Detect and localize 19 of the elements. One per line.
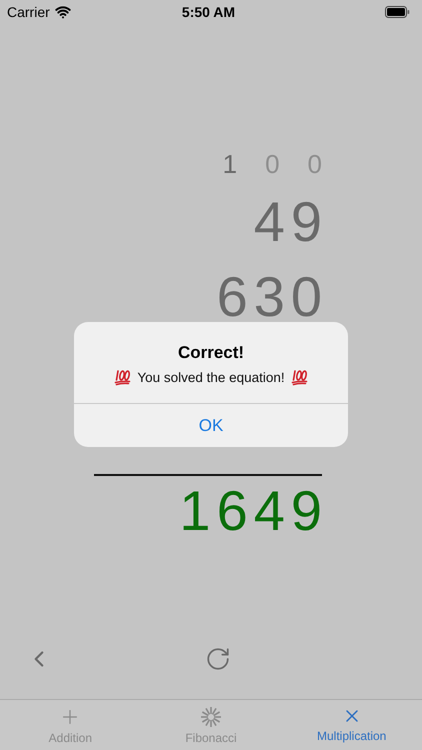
hundred-points-icon (114, 369, 132, 386)
battery-icon (384, 6, 410, 18)
tab[interactable]: Fibonacci (140, 700, 282, 750)
refresh-button[interactable] (205, 646, 231, 672)
tab[interactable]: Multiplication (281, 700, 422, 750)
wifi-icon (54, 4, 71, 20)
tab[interactable]: Addition (0, 700, 141, 750)
carrier-label: Carrier (7, 4, 50, 20)
addend-number: 49 (254, 191, 328, 253)
alert-message: You solved the equation! (137, 370, 285, 385)
status-time: 5:50 AM (182, 4, 236, 20)
carry-digit: 1 (222, 148, 238, 180)
ok-button[interactable]: OK (74, 403, 348, 447)
refresh-icon (205, 646, 231, 672)
burst-icon (200, 706, 222, 728)
alert-title: Correct! (178, 343, 244, 363)
answer-number: 1649 (179, 480, 328, 542)
addend-number: 630 (216, 266, 328, 328)
hundred-points-icon (290, 369, 308, 386)
